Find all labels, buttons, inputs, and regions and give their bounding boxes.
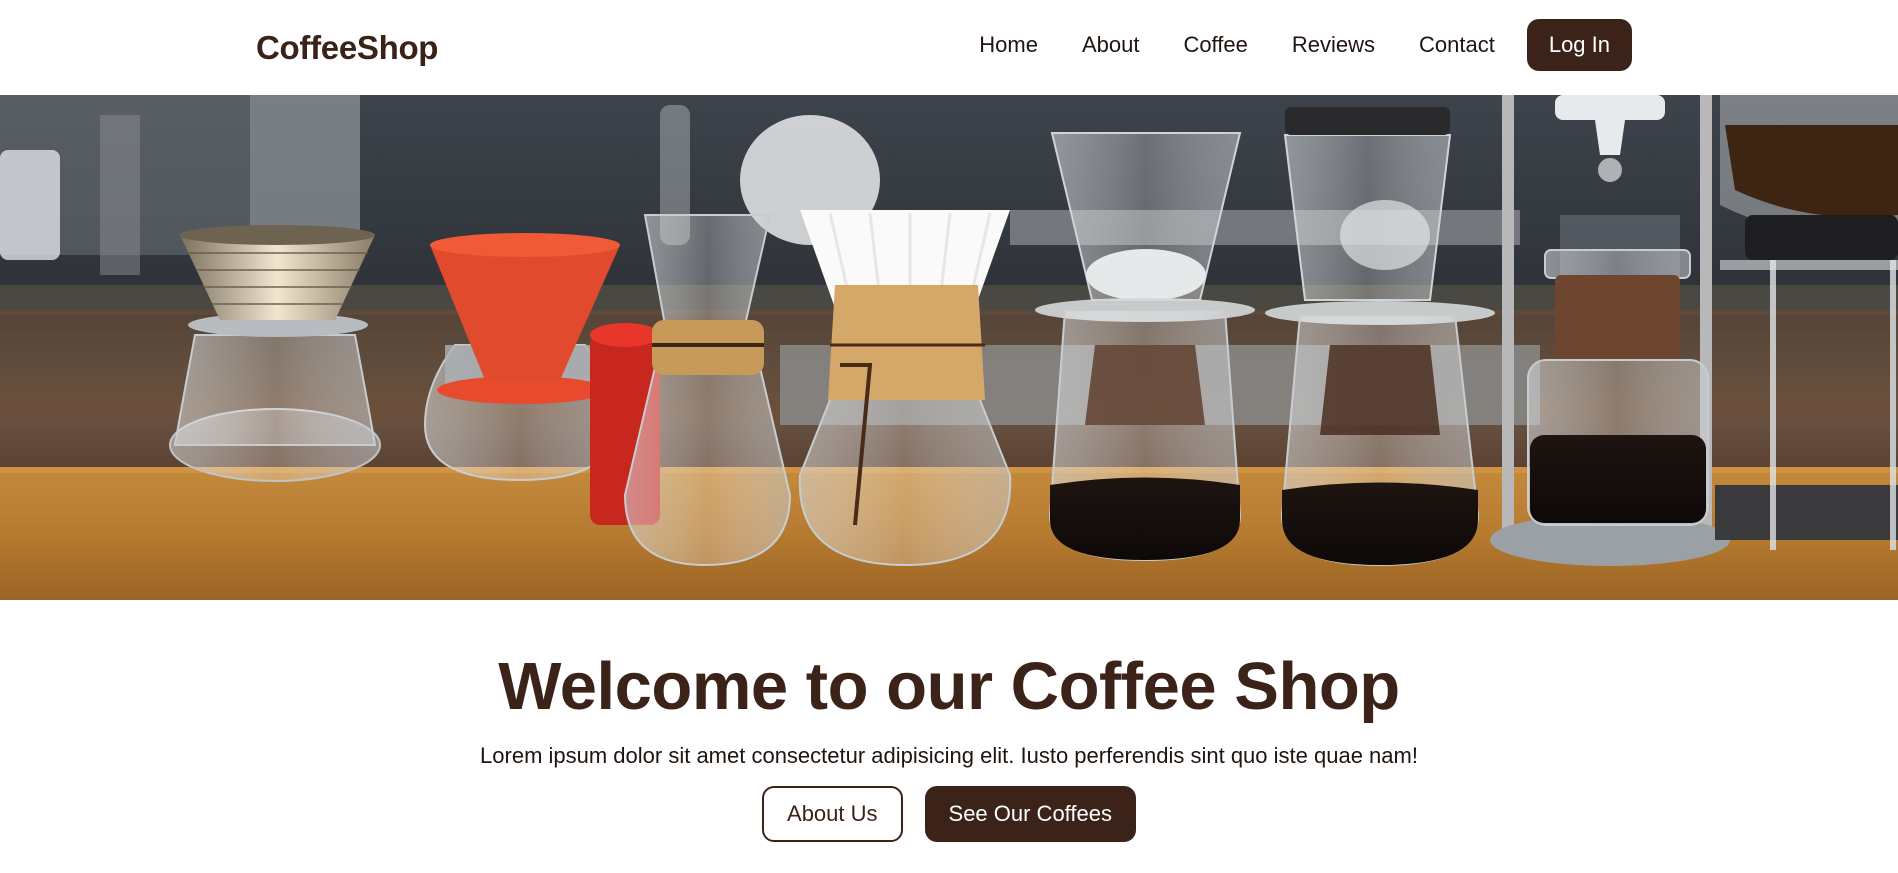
nav-link-coffee[interactable]: Coffee (1183, 32, 1247, 58)
coffee-brewers-photo (0, 95, 1898, 600)
login-button[interactable]: Log In (1526, 19, 1632, 71)
navbar: CoffeeShop Home About Coffee Reviews Con… (0, 0, 1898, 95)
brand-logo[interactable]: CoffeeShop (256, 29, 438, 67)
hero-buttons: About Us See Our Coffees (0, 786, 1898, 842)
hero-content: Welcome to our Coffee Shop Lorem ipsum d… (0, 600, 1898, 873)
nav-link-about[interactable]: About (1082, 32, 1140, 58)
nav-link-contact[interactable]: Contact (1419, 32, 1495, 58)
nav-link-home[interactable]: Home (979, 32, 1038, 58)
page-title: Welcome to our Coffee Shop (498, 649, 1400, 724)
nav-links: Home About Coffee Reviews Contact Log In (935, 19, 1632, 71)
about-us-button[interactable]: About Us (762, 786, 903, 842)
hero-image (0, 95, 1898, 600)
hero-subtitle: Lorem ipsum dolor sit amet consectetur a… (480, 743, 1418, 768)
nav-link-reviews[interactable]: Reviews (1292, 32, 1375, 58)
see-coffees-button[interactable]: See Our Coffees (924, 786, 1136, 842)
